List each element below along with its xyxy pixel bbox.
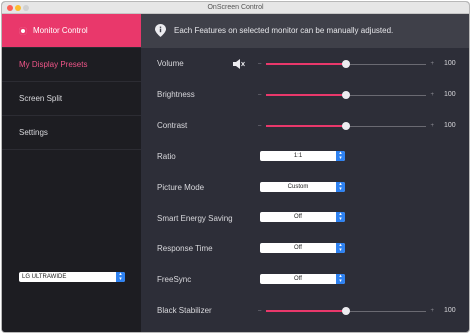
radio-selected-icon [19, 27, 27, 35]
sidebar-item-monitor-control[interactable]: Monitor Control [2, 14, 141, 48]
smart-energy-saving-select[interactable]: Off ▴ ▾ [260, 212, 345, 222]
slider-fill [266, 125, 346, 127]
sidebar-item-label: My Display Presets [19, 60, 88, 69]
contrast-label: Contrast [157, 121, 188, 130]
black-stabilizer-value: 100 [444, 307, 456, 314]
slider-thumb[interactable] [342, 60, 350, 68]
sidebar-item-settings[interactable]: Settings [2, 116, 141, 150]
slider-min-mark: – [258, 61, 262, 67]
brightness-label: Brightness [157, 90, 195, 99]
volume-label: Volume [157, 59, 184, 68]
info-text: Each Features on selected monitor can be… [174, 26, 394, 35]
slider-min-mark: – [258, 308, 262, 314]
volume-slider[interactable]: – + [258, 60, 434, 68]
info-location-icon [155, 24, 166, 37]
picture-mode-select[interactable]: Custom ▴ ▾ [260, 182, 345, 192]
slider-max-mark: + [430, 308, 434, 314]
info-bar: Each Features on selected monitor can be… [141, 14, 469, 48]
slider-max-mark: + [430, 92, 434, 98]
title-bar: OnScreen Control [2, 2, 469, 14]
smart-energy-saving-select-value: Off [294, 214, 302, 220]
chevron-updown-icon: ▴ ▾ [116, 272, 125, 282]
slider-max-mark: + [430, 123, 434, 129]
sidebar-item-label: Screen Split [19, 94, 63, 103]
brightness-value: 100 [444, 91, 456, 98]
speaker-muted-icon[interactable] [233, 59, 245, 69]
chevron-updown-icon: ▴ ▾ [336, 212, 345, 222]
slider-min-mark: – [258, 92, 262, 98]
chevron-updown-icon: ▴ ▾ [336, 243, 345, 253]
chevron-updown-icon: ▴ ▾ [336, 182, 345, 192]
ratio-label: Ratio [157, 152, 176, 161]
monitor-select-value: LG ULTRAWIDE [22, 274, 67, 280]
freesync-label: FreeSync [157, 275, 192, 284]
sidebar-item-my-display-presets[interactable]: My Display Presets [2, 48, 141, 82]
slider-thumb[interactable] [342, 122, 350, 130]
slider-fill [266, 63, 346, 65]
window-title: OnScreen Control [207, 4, 264, 11]
freesync-select-value: Off [294, 276, 302, 282]
slider-thumb[interactable] [342, 91, 350, 99]
monitor-select[interactable]: LG ULTRAWIDE ▴ ▾ [19, 272, 125, 282]
slider-thumb[interactable] [342, 307, 350, 315]
chevron-updown-icon: ▴ ▾ [336, 274, 345, 284]
slider-fill [266, 94, 346, 96]
response-time-select[interactable]: Off ▴ ▾ [260, 243, 345, 253]
sidebar-item-label: Monitor Control [33, 26, 88, 35]
sidebar: Monitor Control My Display Presets Scree… [2, 14, 141, 332]
slider-min-mark: – [258, 123, 262, 129]
response-time-select-value: Off [294, 245, 302, 251]
slider-fill [266, 310, 346, 312]
ratio-select-value: 1:1 [293, 153, 303, 159]
smart-energy-saving-label: Smart Energy Saving [157, 214, 233, 223]
contrast-value: 100 [444, 122, 456, 129]
freesync-select[interactable]: Off ▴ ▾ [260, 274, 345, 284]
black-stabilizer-label: Black Stabilizer [157, 306, 212, 315]
sidebar-item-label: Settings [19, 128, 48, 137]
picture-mode-label: Picture Mode [157, 183, 205, 192]
ratio-select[interactable]: 1:1 ▴ ▾ [260, 151, 345, 161]
sidebar-item-screen-split[interactable]: Screen Split [2, 82, 141, 116]
response-time-label: Response Time [157, 244, 213, 253]
volume-value: 100 [444, 60, 456, 67]
brightness-slider[interactable]: – + [258, 91, 434, 99]
chevron-updown-icon: ▴ ▾ [336, 151, 345, 161]
black-stabilizer-slider[interactable]: – + [258, 307, 434, 315]
contrast-slider[interactable]: – + [258, 122, 434, 130]
picture-mode-select-value: Custom [287, 184, 309, 190]
slider-max-mark: + [430, 61, 434, 67]
onscreen-control-window: OnScreen Control Monitor Control My Disp… [1, 1, 470, 333]
